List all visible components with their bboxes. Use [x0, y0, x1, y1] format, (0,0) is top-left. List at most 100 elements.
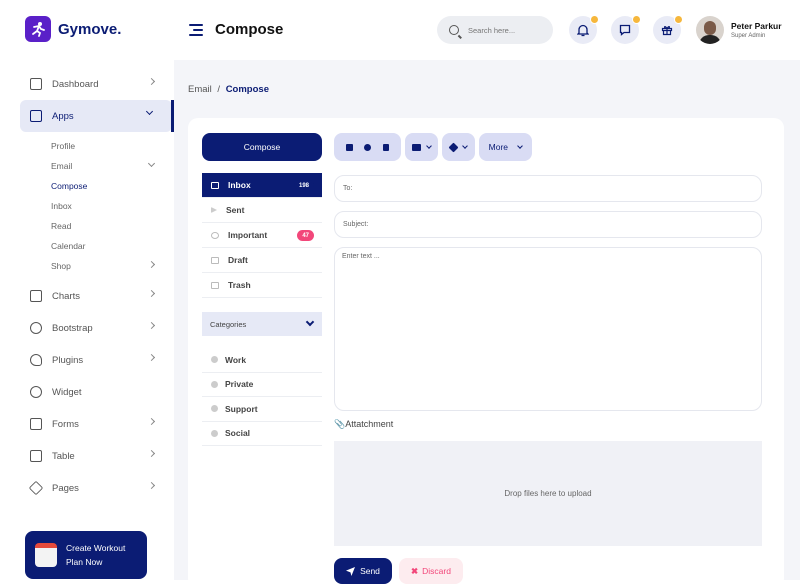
sub-item-email[interactable]: Email: [20, 156, 174, 176]
folder-icon: [412, 143, 422, 151]
avatar[interactable]: [696, 16, 724, 44]
category-label: Private: [225, 379, 254, 390]
monitor-icon: [30, 110, 42, 122]
category-work[interactable]: Work: [202, 348, 322, 373]
sidebar-nav: Dashboard Apps Profile Email Compose Inb…: [20, 68, 174, 504]
sliders-icon: [30, 290, 42, 302]
folder-important[interactable]: Important 47: [202, 223, 322, 248]
notification-dot: [632, 15, 641, 24]
discard-button[interactable]: ✖ Discard: [399, 558, 463, 584]
subject-placeholder: Subject:: [343, 221, 369, 228]
file-drop-zone[interactable]: Drop files here to upload: [334, 441, 762, 546]
sidebar-item-label: Plugins: [52, 354, 84, 366]
sub-item-shop[interactable]: Shop: [20, 256, 174, 276]
folder-dropdown-button[interactable]: [405, 133, 438, 161]
sidebar-item-label: Table: [52, 450, 75, 462]
trash-icon[interactable]: [383, 143, 390, 151]
chevron-right-icon: [147, 77, 156, 86]
draft-icon: [211, 256, 219, 264]
sidebar-item-label: Forms: [52, 418, 79, 430]
chevron-right-icon: [147, 417, 156, 426]
user-name: Peter Parkur: [731, 21, 782, 31]
folder-sent[interactable]: Sent: [202, 198, 322, 223]
logo[interactable]: Gymove.: [25, 16, 121, 42]
sidebar-item-dashboard[interactable]: Dashboard: [20, 68, 174, 100]
category-dot: [211, 380, 218, 388]
table-icon: [30, 450, 42, 462]
subject-field[interactable]: Subject:: [334, 211, 762, 238]
sub-item-compose[interactable]: Compose: [20, 176, 174, 196]
more-dropdown-button[interactable]: More: [479, 133, 532, 161]
mail-toolbar: More: [334, 133, 536, 161]
chat-icon: [619, 24, 631, 36]
sub-item-read[interactable]: Read: [20, 216, 174, 236]
sidebar-item-forms[interactable]: Forms: [20, 408, 174, 440]
globe-icon: [30, 322, 42, 334]
folder-list: Inbox 198 Sent Important 47 Draft Trash: [202, 173, 322, 298]
promo-line-2: Plan Now: [66, 557, 103, 567]
search-input[interactable]: [468, 25, 538, 35]
folder-label: Draft: [228, 255, 248, 265]
category-social[interactable]: Social: [202, 422, 322, 446]
chevron-right-icon: [147, 289, 156, 298]
sub-item-inbox[interactable]: Inbox: [20, 196, 174, 216]
folder-inbox[interactable]: Inbox 198: [202, 173, 322, 198]
sidebar-item-table[interactable]: Table: [20, 440, 174, 472]
folder-label: Inbox: [228, 180, 251, 190]
messages-button[interactable]: [611, 15, 641, 44]
search-icon: [449, 25, 459, 35]
chevron-down-icon: [147, 159, 156, 168]
sub-item-calendar[interactable]: Calendar: [20, 236, 174, 256]
send-label: Send: [360, 566, 380, 576]
search-bar[interactable]: [437, 16, 553, 44]
sidebar-item-bootstrap[interactable]: Bootstrap: [20, 312, 174, 344]
dashboard-icon: [30, 78, 42, 90]
menu-icon[interactable]: [189, 24, 203, 39]
breadcrumb-parent[interactable]: Email: [188, 84, 212, 95]
compose-button[interactable]: Compose: [202, 133, 322, 161]
archive-icon[interactable]: [345, 143, 353, 151]
sub-item-profile[interactable]: Profile: [20, 136, 174, 156]
layers-icon: [28, 480, 44, 496]
info-icon[interactable]: [364, 143, 372, 151]
category-dot: [211, 356, 218, 364]
gear-icon: [30, 386, 42, 398]
folder-label: Trash: [228, 280, 251, 290]
sidebar-item-charts[interactable]: Charts: [20, 280, 174, 312]
category-private[interactable]: Private: [202, 373, 322, 397]
sidebar-item-plugins[interactable]: Plugins: [20, 344, 174, 376]
sidebar-item-widget[interactable]: Widget: [20, 376, 174, 408]
sub-item-label: Email: [51, 161, 73, 171]
sidebar-item-pages[interactable]: Pages: [20, 472, 174, 504]
heart-icon: [30, 354, 42, 366]
folder-draft[interactable]: Draft: [202, 248, 322, 273]
category-dot: [211, 405, 218, 413]
paper-plane-icon: [346, 566, 356, 576]
gifts-button[interactable]: [653, 15, 683, 44]
discard-label: Discard: [422, 566, 451, 576]
send-button[interactable]: Send: [334, 558, 392, 584]
sidebar-item-apps[interactable]: Apps: [20, 100, 174, 132]
gift-icon: [661, 25, 673, 36]
to-placeholder: To:: [343, 185, 353, 192]
message-body-field[interactable]: Enter text ...: [334, 247, 762, 411]
chevron-right-icon: [147, 353, 156, 362]
breadcrumb-current: Compose: [225, 84, 269, 95]
more-label: More: [488, 142, 509, 152]
category-support[interactable]: Support: [202, 397, 322, 422]
body-placeholder: Enter text ...: [342, 253, 380, 260]
folder-trash[interactable]: Trash: [202, 273, 322, 298]
sidebar-item-label: Apps: [52, 110, 74, 122]
forms-icon: [30, 418, 42, 430]
chevron-down-icon: [425, 143, 432, 149]
create-workout-banner[interactable]: Create Workout Plan Now: [25, 531, 147, 579]
category-dot: [211, 429, 218, 437]
breadcrumb: Email / Compose: [188, 84, 269, 95]
main-content: Email / Compose Compose Inbox 198 Sent Im…: [174, 60, 800, 588]
sidebar: Gymove. Dashboard Apps Profile Email Com…: [0, 0, 174, 580]
to-field[interactable]: To:: [334, 175, 762, 202]
notification-button[interactable]: [569, 15, 599, 44]
categories-dropdown[interactable]: Categories: [202, 312, 322, 336]
tag-dropdown-button[interactable]: [442, 133, 475, 161]
sidebar-item-label: Dashboard: [52, 78, 99, 90]
